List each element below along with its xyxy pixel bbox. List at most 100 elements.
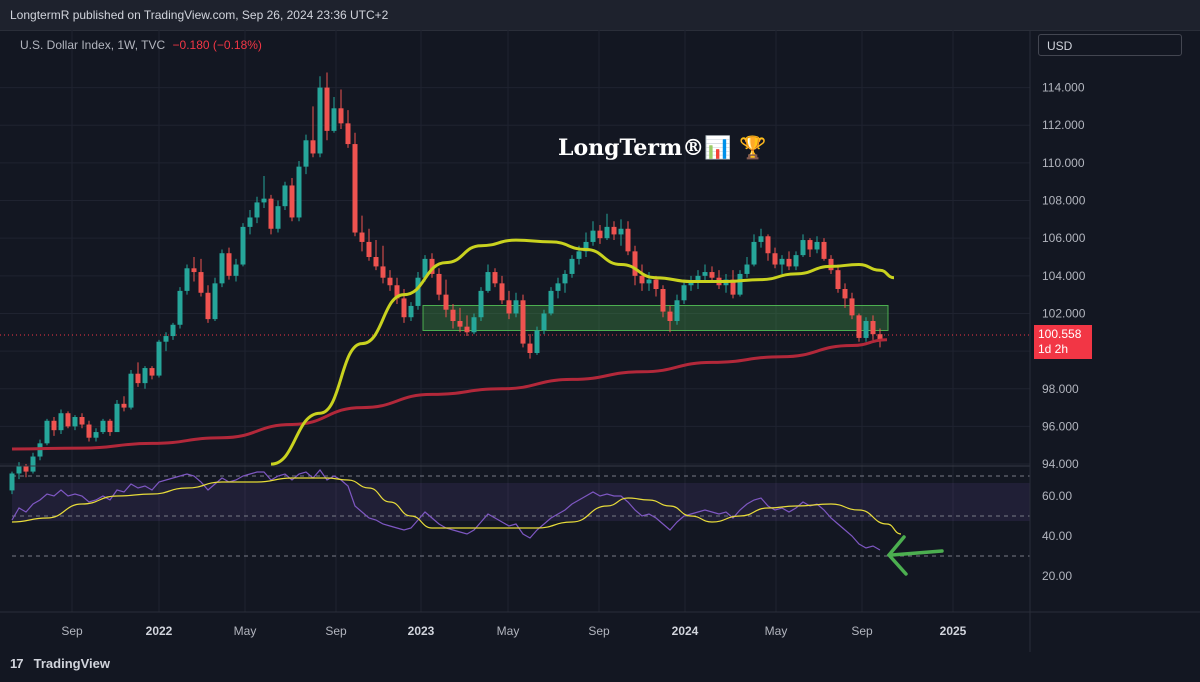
author-watermark: LongTerm®📊 🏆 bbox=[558, 135, 767, 161]
candle bbox=[30, 452, 36, 474]
candle-body bbox=[352, 144, 358, 233]
candle bbox=[548, 287, 554, 316]
candle bbox=[191, 257, 197, 282]
candle bbox=[233, 258, 239, 282]
candle bbox=[688, 275, 694, 291]
candle-body bbox=[415, 277, 421, 306]
candle bbox=[842, 283, 848, 308]
candle-body bbox=[527, 343, 533, 353]
last-price-value: 100.558 bbox=[1038, 327, 1082, 341]
candle-body bbox=[247, 217, 253, 227]
time-tick-label: Sep bbox=[325, 624, 347, 638]
price-tick-label: 98.000 bbox=[1042, 382, 1079, 396]
candle bbox=[177, 287, 183, 329]
candle-body bbox=[170, 324, 176, 337]
symbol-info: U.S. Dollar Index, 1W, TVC bbox=[20, 38, 166, 52]
candle-body bbox=[681, 285, 687, 301]
candle-body bbox=[310, 140, 316, 154]
candle bbox=[674, 294, 680, 325]
candle-body bbox=[93, 432, 99, 438]
candle bbox=[527, 334, 533, 359]
candle-body bbox=[506, 300, 512, 314]
candle bbox=[499, 275, 505, 305]
candle bbox=[51, 417, 57, 436]
candle bbox=[849, 292, 855, 320]
price-tick-label: 106.000 bbox=[1042, 231, 1086, 245]
candle bbox=[324, 72, 330, 141]
candle-body bbox=[79, 417, 85, 425]
candle bbox=[345, 110, 351, 148]
candle-body bbox=[569, 258, 575, 274]
candle bbox=[296, 161, 302, 222]
price-axis[interactable]: 94.00096.00098.000100.000102.000104.0001… bbox=[1042, 81, 1086, 471]
candle-body bbox=[646, 279, 652, 284]
candle bbox=[114, 400, 120, 433]
candle-body bbox=[821, 241, 827, 259]
candle bbox=[282, 181, 288, 210]
candle-body bbox=[191, 268, 197, 273]
currency-button[interactable]: USD bbox=[1038, 34, 1182, 56]
candle bbox=[317, 76, 323, 158]
candle-body bbox=[492, 272, 498, 284]
candle bbox=[779, 255, 785, 274]
candle bbox=[604, 213, 610, 241]
tradingview-logo[interactable]: 17 TradingView bbox=[10, 656, 110, 671]
candle-body bbox=[590, 230, 596, 242]
candle-body bbox=[457, 321, 463, 327]
candle-body bbox=[835, 270, 841, 289]
candle bbox=[814, 236, 820, 254]
candle-body bbox=[51, 420, 57, 431]
candle-body bbox=[380, 266, 386, 278]
time-tick-label: 2024 bbox=[672, 624, 699, 638]
price-tick-label: 114.000 bbox=[1042, 81, 1085, 95]
rsi-band bbox=[12, 483, 1030, 521]
candle-body bbox=[541, 313, 547, 331]
candle bbox=[821, 238, 827, 261]
support-zone[interactable] bbox=[422, 305, 889, 331]
publish-header-text: LongtermR published on TradingView.com, … bbox=[10, 8, 389, 22]
candle-body bbox=[863, 321, 869, 338]
candle-body bbox=[9, 473, 15, 491]
candle-body bbox=[737, 273, 743, 295]
candle-body bbox=[226, 253, 232, 276]
time-axis[interactable]: Sep 2022 May Sep 2023 May Sep 2024 May Sep 2025 bbox=[61, 624, 966, 638]
price-chart[interactable]: 94.00096.00098.000100.000102.000104.0001… bbox=[0, 30, 1200, 652]
price-tick-label: 104.000 bbox=[1042, 269, 1086, 283]
price-tick-label: 112.000 bbox=[1042, 118, 1085, 132]
candle bbox=[380, 245, 386, 284]
candle bbox=[289, 177, 295, 222]
bar-countdown: 1d 2h bbox=[1038, 342, 1069, 356]
candle bbox=[352, 132, 358, 237]
candle-body bbox=[100, 420, 106, 433]
candle bbox=[93, 428, 99, 442]
symbol-legend[interactable]: U.S. Dollar Index, 1W, TVC −0.180 (−0.18… bbox=[20, 38, 262, 52]
candle-body bbox=[72, 417, 78, 427]
candle-body bbox=[800, 240, 806, 256]
candle-body bbox=[219, 253, 225, 284]
candle bbox=[639, 264, 645, 291]
candle-body bbox=[639, 275, 645, 284]
candle bbox=[436, 268, 442, 301]
rsi-axis[interactable]: 20.00 40.00 60.00 bbox=[1042, 489, 1072, 583]
candle bbox=[681, 279, 687, 305]
candle-body bbox=[793, 255, 799, 267]
candle bbox=[695, 270, 701, 289]
candle bbox=[765, 234, 771, 261]
candle-body bbox=[114, 403, 120, 433]
candle-body bbox=[408, 305, 414, 318]
candle-body bbox=[254, 202, 260, 218]
candle bbox=[534, 326, 540, 355]
candle-body bbox=[842, 289, 848, 299]
rsi-tick-label: 20.00 bbox=[1042, 569, 1072, 583]
candle bbox=[72, 415, 78, 431]
candle bbox=[338, 89, 344, 129]
candle bbox=[716, 270, 722, 289]
candle-body bbox=[520, 300, 526, 344]
candle bbox=[562, 270, 568, 293]
candle-body bbox=[786, 258, 792, 267]
candle-body bbox=[751, 241, 757, 265]
candle-body bbox=[233, 264, 239, 276]
candle-body bbox=[625, 228, 631, 252]
candle-body bbox=[611, 226, 617, 235]
candle bbox=[366, 228, 372, 261]
